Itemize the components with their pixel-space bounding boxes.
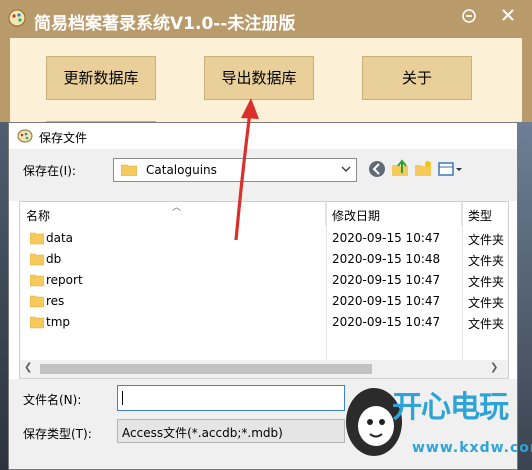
file-name: db (46, 252, 62, 266)
file-date: 2020-09-15 10:48 (332, 252, 441, 266)
folder-icon (30, 316, 44, 329)
save-in-value: Cataloguins (146, 163, 217, 177)
up-folder-icon[interactable] (390, 159, 410, 179)
save-in-label: 保存在(I): (23, 164, 76, 178)
close-icon[interactable] (499, 6, 517, 24)
dialog-title: 保存文件 (39, 131, 88, 145)
file-type: 文件夹 (468, 275, 505, 289)
folder-icon (30, 274, 44, 287)
save-in-row: 保存在(I): Cataloguins (9, 149, 517, 201)
app-titlebar: 简易档案著录系统V1.0--未注册版 (0, 0, 532, 38)
scroll-right-icon[interactable]: ❯ (490, 362, 498, 373)
file-name: data (46, 231, 74, 245)
dialog-app-icon (17, 129, 33, 143)
filename-input[interactable] (117, 385, 345, 411)
scrollbar-thumb[interactable] (40, 364, 372, 374)
file-type: 文件夹 (468, 296, 505, 310)
file-type: 文件夹 (468, 254, 505, 268)
file-type: 文件夹 (468, 317, 505, 331)
folder-icon (30, 253, 44, 266)
file-row-res[interactable]: res 2020-09-15 10:47 文件夹 (20, 291, 508, 312)
column-type-label: 类型 (468, 209, 493, 223)
column-header-type[interactable]: 类型 (462, 202, 508, 226)
scroll-left-icon[interactable]: ❮ (24, 362, 32, 373)
file-name: tmp (46, 315, 71, 329)
sort-arrow-icon: ︿ (172, 203, 182, 213)
app-logo-icon (8, 9, 26, 27)
save-in-combo[interactable]: Cataloguins (113, 158, 357, 182)
column-name-label: 名称 (26, 209, 51, 223)
app-window: 简易档案著录系统V1.0--未注册版 更新数据库 导出数据库 关于 (0, 0, 532, 122)
text-caret (122, 391, 123, 405)
view-menu-icon[interactable] (437, 159, 463, 179)
filetype-label: 保存类型(T): (23, 427, 92, 441)
file-date: 2020-09-15 10:47 (332, 273, 441, 287)
watermark: 开心电玩 www.kxdw.com (342, 378, 532, 470)
watermark-url: www.kxdw.com (412, 440, 532, 456)
file-list[interactable]: 名称 ︿ 修改日期 类型 data 2020-09-15 10:47 文件夹 d… (19, 201, 509, 379)
file-row-report[interactable]: report 2020-09-15 10:47 文件夹 (20, 270, 508, 291)
folder-icon (30, 295, 44, 308)
folder-icon (30, 232, 44, 245)
filename-label: 文件名(N): (23, 393, 82, 407)
folder-icon (121, 164, 137, 176)
column-header-date[interactable]: 修改日期 (326, 202, 462, 226)
app-title: 简易档案著录系统V1.0--未注册版 (34, 14, 296, 34)
file-date: 2020-09-15 10:47 (332, 231, 441, 245)
about-button[interactable]: 关于 (362, 56, 472, 100)
new-folder-icon[interactable] (413, 159, 433, 179)
file-name: res (46, 294, 65, 308)
chevron-down-icon (341, 166, 351, 172)
file-type: 文件夹 (468, 233, 505, 247)
filetype-value: Access文件(*.accdb;*.mdb) (122, 426, 283, 440)
file-row-db[interactable]: db 2020-09-15 10:48 文件夹 (20, 249, 508, 270)
horizontal-scrollbar[interactable]: ❮ ❯ (20, 360, 508, 378)
app-body: 更新数据库 导出数据库 关于 (10, 38, 522, 122)
file-date: 2020-09-15 10:47 (332, 315, 441, 329)
minimize-icon[interactable] (462, 9, 476, 23)
filetype-select[interactable]: Access文件(*.accdb;*.mdb) (117, 419, 345, 443)
file-name: report (46, 273, 83, 287)
update-database-button[interactable]: 更新数据库 (46, 56, 156, 100)
file-row-tmp[interactable]: tmp 2020-09-15 10:47 文件夹 (20, 312, 508, 333)
file-date: 2020-09-15 10:47 (332, 294, 441, 308)
back-icon[interactable] (367, 159, 387, 179)
column-date-label: 修改日期 (332, 209, 381, 223)
dialog-titlebar: 保存文件 (9, 123, 517, 149)
file-row-data[interactable]: data 2020-09-15 10:47 文件夹 (20, 228, 508, 249)
watermark-brand: 开心电玩 (392, 390, 509, 425)
export-database-button[interactable]: 导出数据库 (204, 56, 314, 100)
